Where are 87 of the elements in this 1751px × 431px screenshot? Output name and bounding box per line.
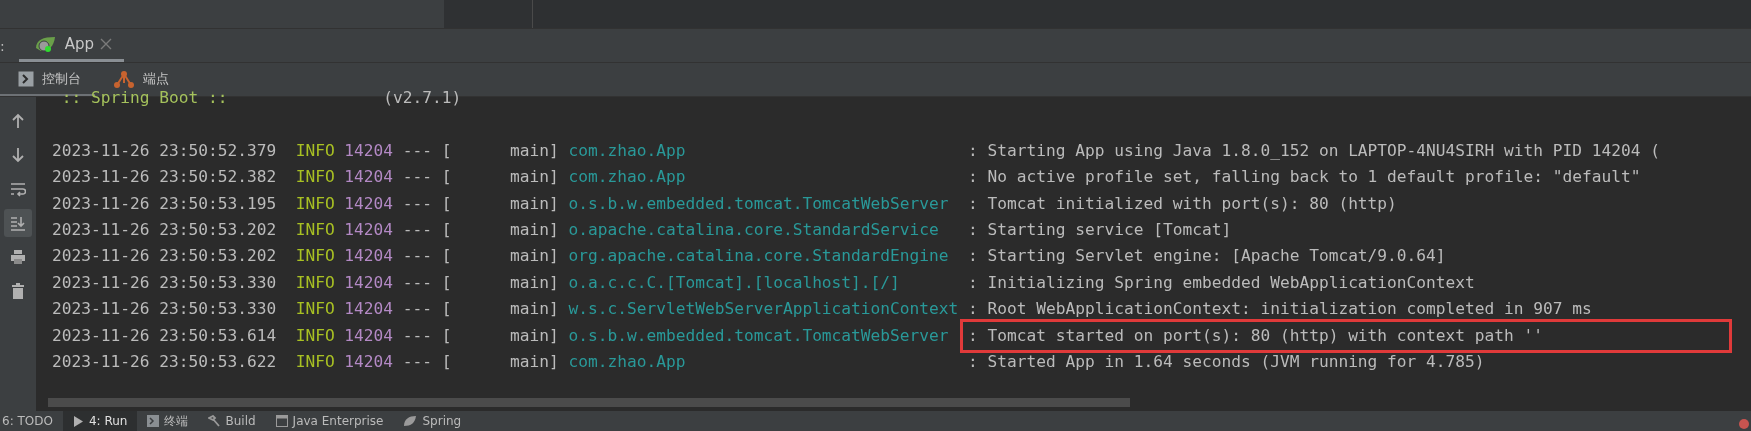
timestamp: 2023-11-26 23:50:53.330	[52, 271, 278, 294]
process-id: 14204	[344, 324, 395, 347]
logger-name: o.a.c.c.C.[Tomcat].[localhost].[/]	[568, 271, 901, 294]
separator-text: --- [	[402, 218, 453, 241]
timestamp: 2023-11-26 23:50:52.379	[52, 139, 278, 162]
separator-text: --- [	[402, 166, 453, 189]
log-level: INFO	[295, 218, 336, 241]
log-level: INFO	[295, 245, 336, 268]
print-icon	[10, 249, 26, 265]
log-message: : Starting App using Java 1.8.0_152 on LAPTOP-4NU4SIRH with PID 14204 (	[968, 139, 1661, 162]
process-id: 14204	[344, 139, 395, 162]
process-id: 14204	[344, 271, 395, 294]
version-text: (v2.7.1)	[383, 87, 462, 109]
process-id: 14204	[344, 350, 395, 373]
timestamp: 2023-11-26 23:50:53.202	[52, 218, 278, 241]
separator-text: --- [	[402, 298, 453, 321]
process-id: 14204	[344, 218, 395, 241]
thread-name: main]	[510, 324, 560, 347]
scrollbar[interactable]	[48, 398, 1130, 407]
terminal-icon	[147, 415, 160, 427]
tool-window-button[interactable]: 6: TODO	[0, 411, 63, 431]
thread-name: main]	[510, 218, 560, 241]
tool-window-button[interactable]: Build	[198, 411, 266, 431]
tab-bar-label: :	[0, 36, 6, 56]
separator-text: --- [	[402, 192, 453, 215]
timestamp: 2023-11-26 23:50:53.202	[52, 245, 278, 268]
logger-name: o.apache.catalina.core.StandardService	[568, 218, 940, 241]
thread-name: main]	[510, 245, 560, 268]
log-message: : Starting service [Tomcat]	[968, 218, 1233, 241]
logger-name: o.s.b.w.embedded.tomcat.TomcatWebServer	[568, 324, 950, 347]
close-icon[interactable]	[100, 38, 113, 50]
down-arrow-icon	[10, 147, 26, 163]
endpoints-icon	[113, 69, 135, 88]
log-message: : Initializing Spring embedded WebApplicationContext	[968, 271, 1476, 294]
log-level: INFO	[295, 139, 336, 162]
log-level: INFO	[295, 192, 336, 215]
tool-window-button[interactable]: 终端	[137, 411, 199, 431]
window-icon	[275, 415, 288, 427]
timestamp: 2023-11-26 23:50:53.195	[52, 192, 278, 215]
process-id: 14204	[344, 192, 395, 215]
log-message: : Started App in 1.64 seconds (JVM running for 4.785)	[968, 350, 1486, 373]
thread-name: main]	[510, 271, 560, 294]
process-id: 14204	[344, 298, 395, 321]
logger-name: o.s.b.w.embedded.tomcat.TomcatWebServer	[568, 192, 950, 215]
thread-name: main]	[510, 166, 560, 189]
log-message: : No active profile set, falling back to 1 default profile: "default"	[968, 166, 1642, 189]
hammer-icon	[208, 415, 221, 427]
separator-text: --- [	[402, 245, 453, 268]
tool-window-button[interactable]: Spring	[393, 411, 472, 431]
log-message: : Root WebApplicationContext: initialization completed in 907 ms	[968, 298, 1593, 321]
logger-name: org.apache.catalina.core.StandardEngine	[568, 245, 950, 268]
tool-window-button[interactable]: Java Enterprise	[265, 411, 394, 431]
timestamp: 2023-11-26 23:50:53.614	[52, 324, 278, 347]
trash-icon	[10, 283, 26, 299]
thread-name: main]	[510, 298, 560, 321]
logger-name: com.zhao.App	[568, 166, 687, 189]
logger-name: w.s.c.ServletWebServerApplicationContext	[568, 298, 960, 321]
toolbar-button[interactable]	[4, 209, 32, 237]
separator-text: --- [	[402, 324, 453, 347]
logger-name: com.zhao.App	[568, 350, 687, 373]
logger-name: com.zhao.App	[568, 139, 687, 162]
log-message: : Starting Servlet engine: [Apache Tomcat/9.0.64]	[968, 245, 1447, 268]
separator-text: --- [	[402, 271, 453, 294]
leaf-icon	[403, 415, 418, 427]
scroll-to-end-icon	[10, 215, 26, 231]
log-level: INFO	[295, 298, 336, 321]
separator-text: --- [	[402, 350, 453, 373]
wrap-icon	[10, 181, 26, 197]
play-icon	[72, 415, 84, 427]
log-level: INFO	[295, 350, 336, 373]
timestamp: 2023-11-26 23:50:52.382	[52, 166, 278, 189]
thread-name: main]	[510, 350, 560, 373]
timestamp: 2023-11-26 23:50:53.622	[52, 350, 278, 373]
console-icon	[18, 70, 34, 87]
process-id: 14204	[344, 245, 395, 268]
process-id: 14204	[344, 166, 395, 189]
log-message: : Tomcat initialized with port(s): 80 (http)	[968, 192, 1398, 215]
notification-icon[interactable]	[1739, 419, 1749, 429]
tool-window-button[interactable]: 4: Run	[62, 411, 138, 431]
separator-text: --- [	[402, 139, 453, 162]
timestamp: 2023-11-26 23:50:53.330	[52, 298, 278, 321]
log-level: INFO	[295, 166, 336, 189]
up-arrow-icon	[10, 113, 26, 129]
thread-name: main]	[510, 192, 560, 215]
log-level: INFO	[295, 324, 336, 347]
thread-name: main]	[510, 139, 560, 162]
log-level: INFO	[295, 271, 336, 294]
